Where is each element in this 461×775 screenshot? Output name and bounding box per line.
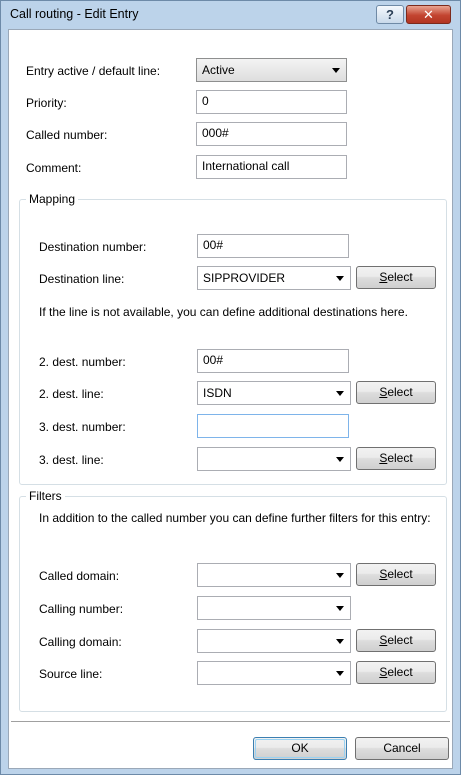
called-domain-label: Called domain: — [39, 569, 120, 583]
called-number-label: Called number: — [26, 128, 108, 142]
calling-number-combo[interactable] — [197, 596, 351, 620]
dest2-line-value: ISDN — [203, 386, 232, 400]
chevron-down-icon — [332, 68, 340, 73]
called-domain-combo[interactable] — [197, 563, 351, 587]
destination-line-combo[interactable]: SIPPROVIDER — [197, 266, 351, 290]
source-line-combo[interactable] — [197, 661, 351, 685]
dest3-line-select-button[interactable]: Select — [356, 447, 436, 470]
calling-number-label: Calling number: — [39, 602, 124, 616]
dest3-number-input[interactable] — [197, 414, 349, 438]
dialog-body: Entry active / default line: Active Prio… — [8, 29, 453, 769]
dest3-number-label: 3. dest. number: — [39, 420, 126, 434]
mapping-info-text: If the line is not available, you can de… — [39, 305, 408, 319]
footer-separator — [11, 721, 450, 723]
close-button[interactable]: ✕ — [406, 5, 451, 24]
calling-domain-combo[interactable] — [197, 629, 351, 653]
destination-line-select-button[interactable]: Select — [356, 266, 436, 289]
dest2-line-select-button[interactable]: Select — [356, 381, 436, 404]
dialog-window: Call routing - Edit Entry ? ✕ Entry acti… — [0, 0, 461, 775]
source-line-label: Source line: — [39, 667, 103, 681]
calling-domain-select-button[interactable]: Select — [356, 629, 436, 652]
destination-number-input[interactable]: 00# — [197, 234, 349, 258]
cancel-button[interactable]: Cancel — [355, 737, 449, 760]
ok-button[interactable]: OK — [253, 737, 347, 760]
chevron-down-icon — [336, 606, 344, 611]
window-title: Call routing - Edit Entry — [10, 7, 139, 21]
priority-label: Priority: — [26, 96, 67, 110]
destination-line-label: Destination line: — [39, 272, 125, 286]
filters-group: Filters In addition to the called number… — [19, 489, 447, 712]
entry-active-label: Entry active / default line: — [26, 64, 161, 78]
comment-input[interactable]: International call — [196, 155, 347, 179]
dest2-line-label: 2. dest. line: — [39, 387, 104, 401]
source-line-select-button[interactable]: Select — [356, 661, 436, 684]
chevron-down-icon — [336, 671, 344, 676]
chevron-down-icon — [336, 639, 344, 644]
destination-line-value: SIPPROVIDER — [203, 271, 286, 285]
help-button[interactable]: ? — [376, 5, 404, 24]
close-icon: ✕ — [423, 6, 434, 22]
mapping-group-title: Mapping — [26, 192, 79, 206]
filters-info-text: In addition to the called number you can… — [39, 511, 431, 525]
dest3-line-label: 3. dest. line: — [39, 453, 104, 467]
dest2-number-input[interactable]: 00# — [197, 349, 349, 373]
priority-input[interactable]: 0 — [196, 90, 347, 114]
help-icon: ? — [386, 7, 394, 22]
called-number-input[interactable]: 000# — [196, 122, 347, 146]
comment-label: Comment: — [26, 161, 82, 175]
dest3-line-combo[interactable] — [197, 447, 351, 471]
entry-active-value: Active — [202, 63, 235, 77]
mapping-group: Mapping Destination number: 00# Destinat… — [19, 192, 447, 485]
dest2-number-label: 2. dest. number: — [39, 355, 126, 369]
chevron-down-icon — [336, 573, 344, 578]
title-bar[interactable]: Call routing - Edit Entry ? ✕ — [1, 1, 460, 29]
entry-active-combo[interactable]: Active — [196, 58, 347, 82]
destination-number-label: Destination number: — [39, 240, 147, 254]
filters-group-title: Filters — [26, 489, 65, 503]
chevron-down-icon — [336, 276, 344, 281]
called-domain-select-button[interactable]: Select — [356, 563, 436, 586]
dest2-line-combo[interactable]: ISDN — [197, 381, 351, 405]
calling-domain-label: Calling domain: — [39, 635, 122, 649]
chevron-down-icon — [336, 391, 344, 396]
chevron-down-icon — [336, 457, 344, 462]
